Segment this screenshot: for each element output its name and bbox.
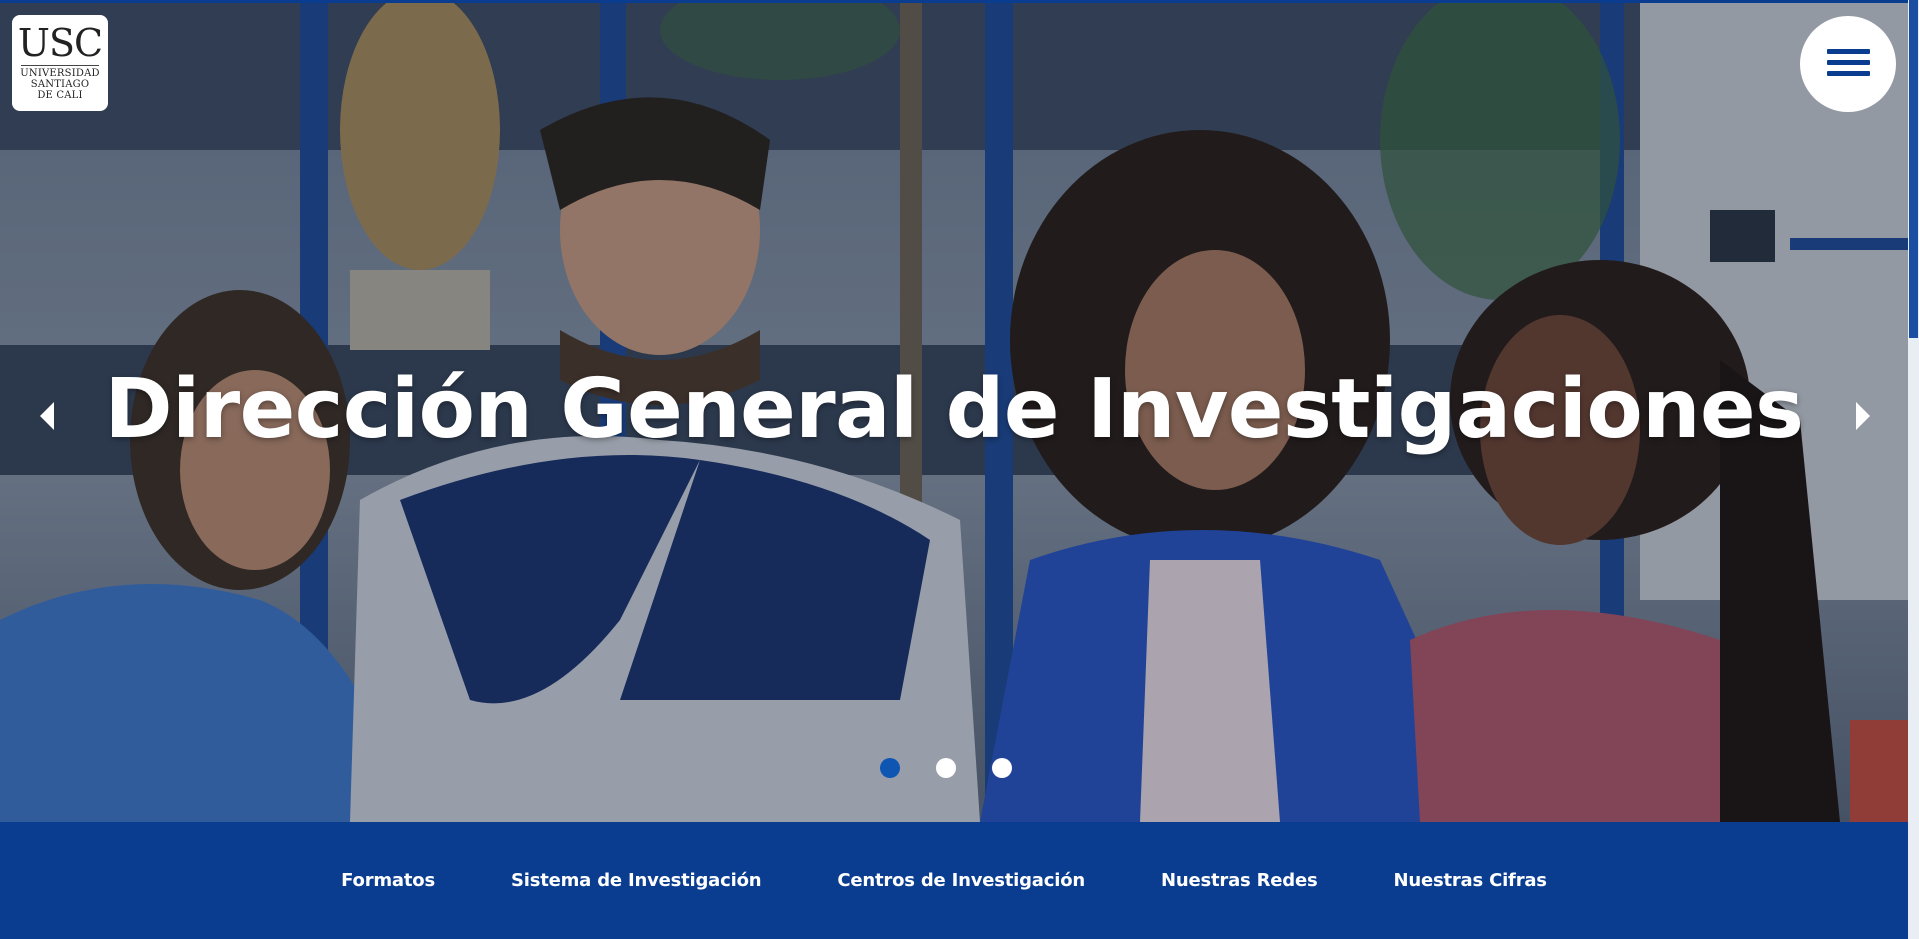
hamburger-icon (1827, 49, 1870, 79)
nav-link-formatos[interactable]: Formatos (341, 870, 435, 891)
nav-link-nuestras-redes[interactable]: Nuestras Redes (1161, 870, 1318, 891)
nav-link-sistema-de-investigacion[interactable]: Sistema de Investigación (511, 870, 762, 891)
logo-line-1: UNIVERSIDAD (20, 68, 100, 79)
carousel-dot-2[interactable] (936, 758, 956, 778)
logo-line-2: SANTIAGO (30, 79, 90, 90)
carousel-dots (880, 758, 1012, 782)
page: USC UNIVERSIDAD SANTIAGO DE CALI Direcci… (0, 0, 1919, 939)
carousel-prev-button[interactable] (30, 392, 66, 432)
carousel-dot-3[interactable] (992, 758, 1012, 778)
usc-logo[interactable]: USC UNIVERSIDAD SANTIAGO DE CALI (12, 15, 108, 111)
logo-abbreviation: USC (17, 21, 103, 65)
page-scrollbar[interactable] (1908, 0, 1919, 939)
arrow-left-icon (40, 402, 54, 430)
carousel-next-button[interactable] (1842, 392, 1878, 432)
section-nav: Formatos Sistema de Investigación Centro… (0, 822, 1908, 939)
hero-title: Dirección General de Investigaciones (104, 362, 1804, 457)
menu-button[interactable] (1800, 16, 1896, 112)
nav-link-nuestras-cifras[interactable]: Nuestras Cifras (1393, 870, 1547, 891)
logo-line-3: DE CALI (37, 90, 83, 101)
viewport: USC UNIVERSIDAD SANTIAGO DE CALI Direcci… (0, 0, 1908, 939)
nav-link-centros-de-investigacion[interactable]: Centros de Investigación (837, 870, 1085, 891)
logo-divider (21, 65, 99, 66)
arrow-right-icon (1856, 402, 1870, 430)
carousel-dot-1[interactable] (880, 758, 900, 778)
hero-carousel: USC UNIVERSIDAD SANTIAGO DE CALI Direcci… (0, 0, 1908, 822)
top-accent-line (0, 0, 1908, 3)
scrollbar-thumb[interactable] (1909, 0, 1918, 338)
